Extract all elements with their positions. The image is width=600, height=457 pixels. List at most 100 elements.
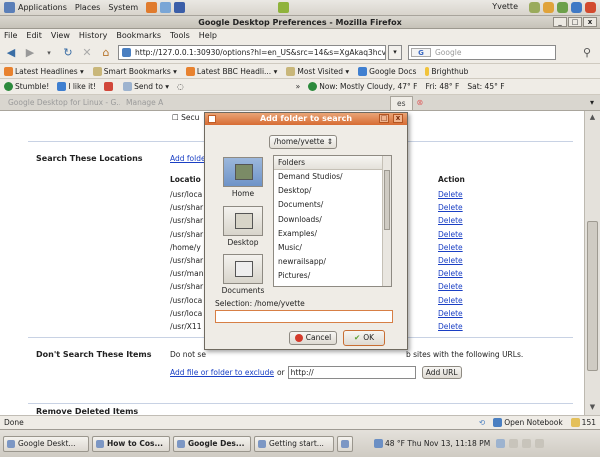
overflow-chevron-icon[interactable]: » — [296, 82, 301, 91]
delete-link[interactable]: Delete — [438, 203, 463, 212]
minimize-button[interactable]: _ — [553, 17, 567, 27]
delete-link[interactable]: Delete — [438, 322, 463, 331]
task-terminal-icon[interactable] — [337, 435, 353, 452]
delete-link[interactable]: Delete — [438, 230, 463, 239]
workspace-4-icon[interactable] — [535, 439, 545, 448]
ok-button[interactable]: ✔ OK — [343, 330, 385, 346]
folder-list-scroll-thumb[interactable] — [384, 170, 390, 230]
folder-item[interactable]: Demand Studios/ — [274, 170, 391, 184]
scroll-up-icon[interactable]: ▲ — [587, 113, 598, 123]
delete-link[interactable]: Delete — [438, 282, 463, 291]
workspace-switcher[interactable] — [496, 439, 546, 448]
delete-link[interactable]: Delete — [438, 256, 463, 265]
open-notebook-button[interactable]: Open Notebook — [493, 416, 563, 429]
search-input[interactable]: G Google — [408, 45, 556, 60]
update-icon[interactable] — [543, 2, 554, 13]
exclude-url-input[interactable]: http:// — [287, 366, 416, 379]
task-how-to-cos[interactable]: How to Cos... — [92, 435, 170, 452]
folder-item[interactable]: Examples/ — [274, 227, 391, 241]
maximize-button[interactable]: □ — [568, 17, 582, 27]
tab-preferences[interactable]: es — [390, 95, 413, 110]
task-google-des[interactable]: Google Des... — [173, 435, 251, 452]
help-launcher-icon[interactable] — [174, 2, 186, 13]
delete-link[interactable]: Delete — [438, 269, 463, 278]
dialog-titlebar[interactable]: Add folder to search □ x — [205, 113, 407, 125]
add-folder-link[interactable]: Add folde — [170, 154, 206, 163]
back-icon[interactable]: ◀ — [4, 46, 18, 60]
applications-menu[interactable]: Applications — [18, 3, 67, 12]
weather-now[interactable]: Now: Mostly Cloudy, 47° F — [308, 82, 418, 91]
workspace-1-icon[interactable] — [496, 439, 506, 448]
task-google-desktop[interactable]: Google Deskt... — [3, 435, 89, 452]
selection-input[interactable] — [215, 310, 393, 323]
close-button[interactable]: x — [583, 17, 597, 27]
menu-bookmarks[interactable]: Bookmarks — [116, 31, 161, 40]
tab-manage[interactable]: Manage A — [120, 96, 206, 110]
home-icon[interactable]: ⌂ — [99, 46, 113, 60]
reload-icon[interactable]: ↻ — [61, 46, 75, 60]
forward-icon[interactable]: ▶ — [23, 46, 37, 60]
clock-display[interactable]: 48 °F Thu Nov 13, 11:18 PM — [374, 439, 490, 448]
history-dropdown-icon[interactable]: ▾ — [42, 46, 56, 60]
folder-item[interactable]: newrailsapp/ — [274, 255, 391, 269]
delete-link[interactable]: Delete — [438, 216, 463, 225]
tab-google-desktop-linux[interactable]: Google Desktop for Linux - G... — [2, 96, 120, 110]
email-launcher-icon[interactable] — [160, 2, 172, 13]
add-url-button[interactable]: Add URL — [421, 366, 462, 379]
stumble-button[interactable]: Stumble! — [4, 82, 49, 91]
delete-link[interactable]: Delete — [438, 296, 463, 305]
like-button[interactable]: I like it! — [57, 82, 96, 91]
tab-close-icon[interactable]: ⊗ — [417, 98, 424, 107]
power-icon[interactable] — [585, 2, 596, 13]
system-menu[interactable]: System — [108, 3, 138, 12]
search-engine-icon[interactable]: G — [411, 48, 431, 57]
firefox-launcher-icon[interactable] — [146, 2, 158, 13]
scroll-thumb[interactable] — [587, 221, 598, 371]
places-menu[interactable]: Places — [75, 3, 100, 12]
folder-list[interactable]: Folders Demand Studios/ Desktop/ Documen… — [273, 155, 392, 287]
url-dropdown-icon[interactable]: ▾ — [388, 45, 402, 60]
user-name[interactable]: Yvette — [492, 2, 518, 13]
url-input[interactable]: http://127.0.0.1:30930/options?hl=en_US&… — [118, 45, 386, 60]
bookmark-google-docs[interactable]: Google Docs — [358, 66, 416, 76]
menu-edit[interactable]: Edit — [26, 31, 42, 40]
folder-item[interactable]: Pictures/ — [274, 269, 391, 283]
dislike-button[interactable] — [104, 82, 115, 91]
delete-link[interactable]: Delete — [438, 243, 463, 252]
gnome-foot-icon[interactable] — [4, 2, 15, 13]
menu-file[interactable]: File — [4, 31, 17, 40]
send-to-button[interactable]: Send to ▾ — [123, 82, 169, 91]
task-getting-started[interactable]: Getting start... — [254, 435, 334, 452]
volume-icon[interactable] — [571, 2, 582, 13]
scroll-down-icon[interactable]: ▼ — [587, 403, 598, 413]
place-home[interactable]: Home — [219, 157, 267, 198]
sync-icon[interactable]: ⟲ — [479, 416, 485, 429]
dialog-maximize-icon[interactable]: □ — [379, 114, 389, 123]
menu-tools[interactable]: Tools — [170, 31, 190, 40]
dialog-close-icon[interactable]: x — [393, 114, 403, 123]
tab-list-icon[interactable]: ▾ — [590, 98, 594, 107]
cancel-button[interactable]: Cancel — [289, 331, 337, 345]
workspace-3-icon[interactable] — [522, 439, 532, 448]
folder-item[interactable]: Documents/ — [274, 198, 391, 212]
folders-header[interactable]: Folders — [274, 156, 391, 170]
workspace-2-icon[interactable] — [509, 439, 519, 448]
menu-history[interactable]: History — [79, 31, 107, 40]
path-dropdown[interactable]: /home/yvette ⇕ — [269, 135, 337, 149]
menu-help[interactable]: Help — [199, 31, 217, 40]
delete-link[interactable]: Delete — [438, 309, 463, 318]
add-exclude-link[interactable]: Add file or folder to exclude — [170, 368, 274, 377]
page-scrollbar[interactable]: ▲ ▼ — [584, 111, 600, 415]
weather-icon[interactable] — [557, 2, 568, 13]
bookmark-most-visited[interactable]: Most Visited ▾ — [286, 66, 349, 76]
bookmark-bbc-headlines[interactable]: Latest BBC Headli... ▾ — [185, 66, 277, 76]
message-count[interactable]: 151 — [570, 416, 596, 429]
bookmark-latest-headlines[interactable]: Latest Headlines ▾ — [4, 66, 84, 76]
bookmark-brighthub[interactable]: Brighthub — [425, 66, 468, 76]
dialog-menu-icon[interactable] — [208, 115, 216, 123]
weather-friday[interactable]: Fri: 48° F — [426, 82, 460, 91]
folder-item[interactable]: Music/ — [274, 241, 391, 255]
place-desktop[interactable]: Desktop — [219, 206, 267, 247]
weather-saturday[interactable]: Sat: 45° F — [467, 82, 504, 91]
folder-list-scrollbar[interactable] — [382, 156, 391, 286]
